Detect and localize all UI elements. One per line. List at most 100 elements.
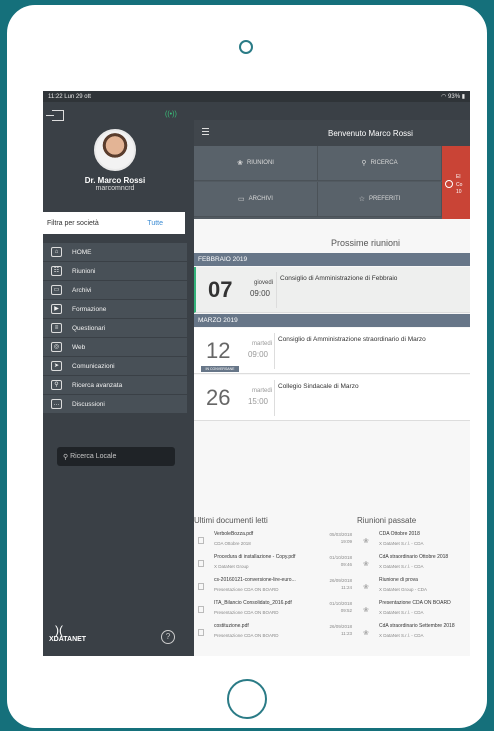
search-icon: ⚲ [51,380,62,390]
riunioni-button[interactable]: ❀ RIUNIONI [194,146,318,181]
company-filter[interactable]: Filtra per società Tutte [43,212,185,234]
sidebar-item-label: Riunioni [72,267,96,275]
status-time: 11:22 [48,93,63,100]
meeting-subject: Consiglio di Amministrazione di Febbraio [280,275,398,282]
meetings-icon: ❀ [237,160,243,167]
status-badge: IN CONVERSANE [201,366,239,372]
ricerca-button[interactable]: ⚲ RICERCA [318,146,442,181]
signal-icon: ((•)) [165,111,177,118]
meeting-time: 15:00 [247,397,268,406]
sidebar-item-home[interactable]: ⌂ HOME [43,243,187,261]
sidebar-item-comunicazioni[interactable]: ➤ Comunicazioni [43,357,187,375]
recent-documents-list: VerboleBozza.pdf CDA Ottobre 2018 05/03/20… [194,529,356,644]
list-item[interactable]: VerboleBozza.pdf CDA Ottobre 2018 05/03/20… [194,529,356,552]
document-icon [198,537,204,544]
meeting-day: 07 [208,277,233,302]
send-icon: ➤ [51,361,62,371]
sidebar-item-discussioni[interactable]: … Discussioni [43,395,187,413]
meeting-weekday: martedì [252,388,273,394]
month-header: FEBBRAIO 2019 [194,253,470,266]
document-icon [198,583,204,590]
questionnaire-icon: ≡ [51,323,62,333]
list-item[interactable]: ❀ CdA straordinario Settembre 2018 X DataN… [359,621,470,644]
avatar [94,129,136,171]
web-icon: ◎ [51,342,62,352]
meetings-icon: ☷ [51,266,62,276]
tablet-frame: 11:22 Lun 29 ott ◠ 93% ▮ ((•)) Dr. Marco… [7,5,487,728]
meeting-day: 26 [206,385,231,410]
list-item[interactable]: costituzione.pdf Presentazione CDA ON BOA… [194,621,356,644]
user-login: marcomncrd [95,185,135,192]
quick-actions: ❀ RIUNIONI ⚲ RICERCA ▭ ARCHIVI ☆ PREFERITI E… [194,146,470,219]
archivi-button[interactable]: ▭ ARCHIVI [194,182,318,217]
list-item[interactable]: ❀ CdA straordinario Ottobre 2018 X DataNet… [359,552,470,575]
meeting-time: 09:00 [247,350,268,359]
meetings-icon: ❀ [363,561,369,568]
archive-icon: ▭ [51,285,62,295]
star-icon: ☆ [358,196,365,203]
top-bar: Benvenuto Marco Rossi [194,120,470,146]
camera-icon [239,40,253,54]
preferiti-button[interactable]: ☆ PREFERITI [318,182,442,217]
meetings-icon: ❀ [363,538,369,545]
meeting-subject: Consiglio di Amministrazione straordinar… [278,336,426,343]
meeting-weekday: giovedì [254,280,274,286]
meeting-card[interactable]: 26 martedì 15:00 Collegio Sindacale di M… [194,375,470,421]
meeting-card[interactable]: 12 martedì 09:00 Consiglio di Amministra… [194,328,470,374]
sidebar-item-ricerca-avanzata[interactable]: ⚲ Ricerca avanzata [43,376,187,394]
remove-icon [445,180,453,188]
meeting-subject: Collegio Sindacale di Marzo [278,383,359,390]
upcoming-meetings-title: Prossime riunioni [331,238,401,248]
sidebar-menu: ⌂ HOME ☷ Riunioni ▭ Archivi ▶ Formazione ≡ Qu… [43,243,187,414]
sidebar-item-label: Comunicazioni [72,362,115,370]
meetings-icon: ❀ [363,607,369,614]
sidebar-item-questionari[interactable]: ≡ Questionari [43,319,187,337]
document-icon [198,629,204,636]
meeting-day: 12 [206,338,231,363]
past-meetings-title: Riunioni passate [357,516,417,525]
month-header: MARZO 2019 [194,314,470,327]
meetings-icon: ❀ [363,630,369,637]
sidebar-item-formazione[interactable]: ▶ Formazione [43,300,187,318]
sidebar-item-label: Questionari [72,324,106,332]
brand-name: XDATANET [49,636,87,643]
list-item[interactable]: cs-20160121-conversione-lire-euro... Pres… [194,575,356,598]
list-item[interactable]: ❀ CDA Ottobre 2018 X DataNet S.r.l. - CDA [359,529,470,552]
past-meetings-list: ❀ CDA Ottobre 2018 X DataNet S.r.l. - CDA … [359,529,470,644]
sidebar-item-label: HOME [72,248,92,256]
sidebar-item-riunioni[interactable]: ☷ Riunioni [43,262,187,280]
meeting-card[interactable]: 07 giovedì 09:00 Consiglio di Amministra… [194,267,470,313]
local-search-input[interactable]: ⚲ Ricerca Locale [57,447,175,466]
red-action-button[interactable]: El Co 10 [442,146,470,219]
list-item[interactable]: Procedura di installazione - Copy.pdf X D… [194,552,356,575]
sidebar-item-label: Formazione [72,305,107,313]
status-date: Lun 29 ott [64,93,91,100]
logout-icon[interactable] [46,110,64,121]
sidebar: ((•)) Dr. Marco Rossi marcomncrd Filtra … [43,102,187,656]
archive-icon: ▭ [238,196,245,203]
main-panel: Benvenuto Marco Rossi ❀ RIUNIONI ⚲ RICERCA… [194,120,470,656]
list-item[interactable]: ❀ Presentazione CDA ON BOARD X DataNet S.r… [359,598,470,621]
filter-label: Filtra per società [47,219,99,227]
divider [274,380,275,416]
recent-documents-title: Ultimi documenti letti [194,516,268,525]
training-icon: ▶ [51,304,62,314]
status-bar: 11:22 Lun 29 ott ◠ 93% ▮ [43,91,470,102]
brand-logo-icon: )( [55,623,63,637]
sidebar-item-label: Ricerca avanzata [72,381,123,389]
document-icon [198,560,204,567]
help-icon[interactable]: ? [161,630,175,644]
sidebar-item-archivi[interactable]: ▭ Archivi [43,281,187,299]
list-item[interactable]: ITA_Bilancio Consolidato_2016.pdf Present… [194,598,356,621]
sidebar-item-label: Archivi [72,286,92,294]
home-button[interactable] [227,679,267,719]
divider [274,333,275,369]
welcome-title: Benvenuto Marco Rossi [328,129,413,138]
list-item[interactable]: ❀ Riunione di prova X DataNet Group - CDA [359,575,470,598]
menu-icon[interactable] [202,128,209,135]
filter-value[interactable]: Tutte [147,220,163,227]
sidebar-item-web[interactable]: ◎ Web [43,338,187,356]
divider [276,272,277,308]
battery-status: ◠ 93% ▮ [441,94,465,100]
document-icon [198,606,204,613]
